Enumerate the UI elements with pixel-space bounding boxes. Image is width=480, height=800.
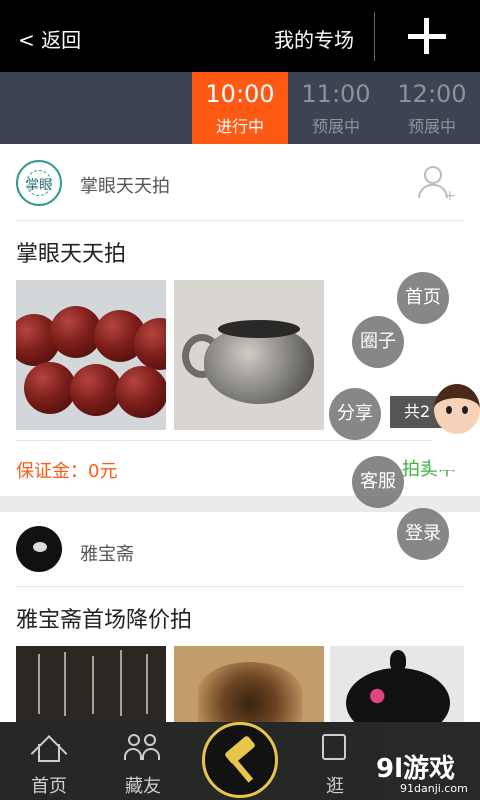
item-thumbnail-teapot[interactable] bbox=[330, 646, 464, 722]
nav-browse[interactable]: 逛 bbox=[300, 722, 370, 800]
float-home-button[interactable]: 首页 bbox=[397, 272, 449, 324]
hammer-icon bbox=[224, 734, 256, 766]
float-service-button[interactable]: 客服 bbox=[352, 456, 404, 508]
shopping-bag-icon bbox=[322, 734, 346, 760]
item-thumbnail-calligraphy[interactable] bbox=[16, 646, 166, 722]
float-login-button[interactable]: 登录 bbox=[397, 508, 449, 560]
tab-status: 预展中 bbox=[311, 117, 360, 136]
item-thumbnail-beads[interactable] bbox=[16, 280, 166, 430]
header-divider bbox=[374, 12, 375, 61]
tab-1100[interactable]: 11:00 预展中 bbox=[288, 72, 384, 144]
nav-label: 逛 bbox=[326, 776, 344, 797]
nav-label: 藏友 bbox=[125, 776, 161, 797]
divider bbox=[16, 586, 464, 587]
avatar-text: 掌眼 bbox=[26, 178, 53, 193]
nav-friends[interactable]: 藏友 bbox=[108, 722, 178, 800]
item-thumbnail-pot[interactable] bbox=[174, 280, 324, 430]
mascot-avatar-icon[interactable] bbox=[428, 378, 480, 474]
top-bar: < 返回 我的专场 bbox=[0, 0, 480, 72]
shop-name[interactable]: 雅宝斋 bbox=[80, 540, 134, 566]
auction-title[interactable]: 掌眼天天拍 bbox=[16, 236, 126, 268]
add-icon[interactable] bbox=[408, 18, 446, 56]
tab-time: 10:00 bbox=[205, 80, 275, 108]
time-tab-bar: 10:00 进行中 11:00 预展中 12:00 预展中 bbox=[0, 72, 480, 154]
float-share-button[interactable]: 分享 bbox=[329, 388, 381, 440]
shop-name[interactable]: 掌眼天天拍 bbox=[80, 172, 170, 198]
divider bbox=[16, 220, 464, 221]
item-thumbnail-bowl[interactable] bbox=[174, 646, 324, 722]
float-circle-button[interactable]: 圈子 bbox=[352, 316, 404, 368]
tab-time: 11:00 bbox=[301, 80, 371, 108]
tab-status: 进行中 bbox=[215, 117, 264, 136]
tab-time: 12:00 bbox=[397, 80, 467, 108]
my-special-button[interactable]: 我的专场 bbox=[274, 24, 354, 53]
friends-icon bbox=[124, 732, 160, 762]
tab-status: 预展中 bbox=[407, 117, 456, 136]
jade-disc-icon bbox=[33, 542, 47, 552]
home-icon bbox=[30, 732, 68, 772]
nav-home[interactable]: 首页 bbox=[14, 722, 84, 800]
back-button[interactable]: < 返回 bbox=[18, 24, 81, 53]
tab-1000[interactable]: 10:00 进行中 bbox=[192, 72, 288, 154]
watermark-logo: 9l游戏 91danji.com bbox=[376, 754, 468, 795]
nav-label: 首页 bbox=[31, 776, 67, 797]
shop-avatar[interactable] bbox=[16, 526, 62, 572]
auction-card[interactable]: 掌眼 掌眼天天拍 + 掌眼天天拍 保证金：0元 拍卖中 bbox=[0, 144, 480, 496]
divider bbox=[16, 440, 464, 441]
deposit-text: 保证金：0元 bbox=[16, 461, 118, 482]
shop-avatar[interactable]: 掌眼 bbox=[16, 160, 62, 206]
tab-1200[interactable]: 12:00 预展中 bbox=[384, 72, 480, 144]
auction-hammer-button[interactable] bbox=[202, 722, 278, 798]
follow-user-icon[interactable]: + bbox=[418, 166, 456, 204]
auction-title[interactable]: 雅宝斋首场降价拍 bbox=[16, 602, 192, 634]
